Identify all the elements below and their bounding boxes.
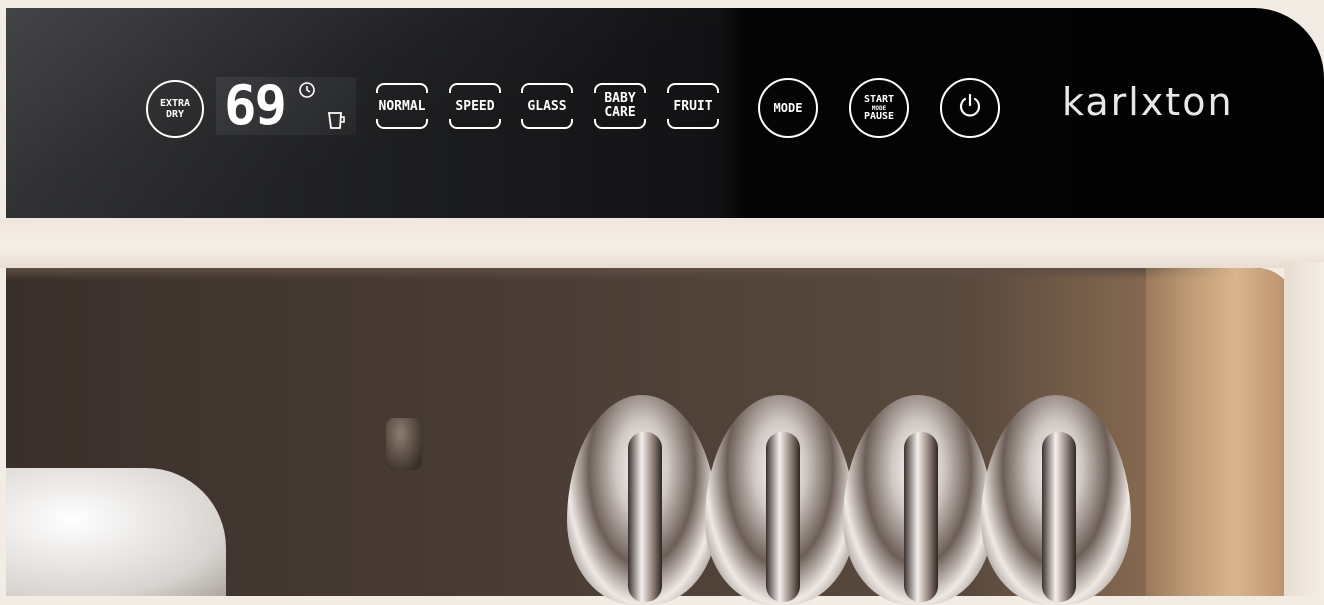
program-glass-button[interactable]: GLASS <box>521 83 573 129</box>
power-button[interactable] <box>940 78 1000 138</box>
cup-icon <box>326 109 348 135</box>
program-fruit-button[interactable]: FRUIT <box>667 83 719 129</box>
door-frame <box>1284 262 1324 596</box>
program-normal-label: NORMAL <box>378 98 426 114</box>
extra-dry-label-1: EXTRA <box>159 98 191 109</box>
program-normal-button[interactable]: NORMAL <box>376 83 428 129</box>
brand-logo: karlxton <box>1062 80 1234 124</box>
mode-button[interactable]: MODE <box>758 78 818 138</box>
mode-label: MODE <box>773 101 803 115</box>
rack-peg <box>386 418 422 470</box>
extra-dry-label-2: DRY <box>165 109 185 120</box>
program-glass-label: GLASS <box>527 98 567 114</box>
program-fruit-label: FRUIT <box>673 98 713 114</box>
power-icon <box>955 91 985 125</box>
start-label: START <box>863 93 895 105</box>
program-baby-care-button[interactable]: BABY CARE <box>594 83 646 129</box>
pause-label: PAUSE <box>863 110 895 122</box>
interior-shadow <box>6 268 1296 280</box>
time-display: 69 <box>216 77 356 135</box>
program-care-label: CARE <box>604 105 636 120</box>
display-digits: 69 <box>224 74 287 137</box>
spoon-handle <box>766 432 800 602</box>
start-pause-button[interactable]: START MODE PAUSE <box>849 78 909 138</box>
program-baby-label: BABY <box>604 91 636 106</box>
program-speed-button[interactable]: SPEED <box>449 83 501 129</box>
white-dish <box>6 468 226 596</box>
extra-dry-button[interactable]: EXTRA DRY <box>146 80 204 138</box>
spoon-handle <box>904 432 938 602</box>
interior-side-wall <box>1146 268 1296 596</box>
program-speed-label: SPEED <box>455 98 495 114</box>
clock-icon <box>298 81 316 103</box>
spoon-handle <box>1042 432 1076 602</box>
spoon-handle <box>628 432 662 602</box>
door-bezel <box>0 218 1324 268</box>
